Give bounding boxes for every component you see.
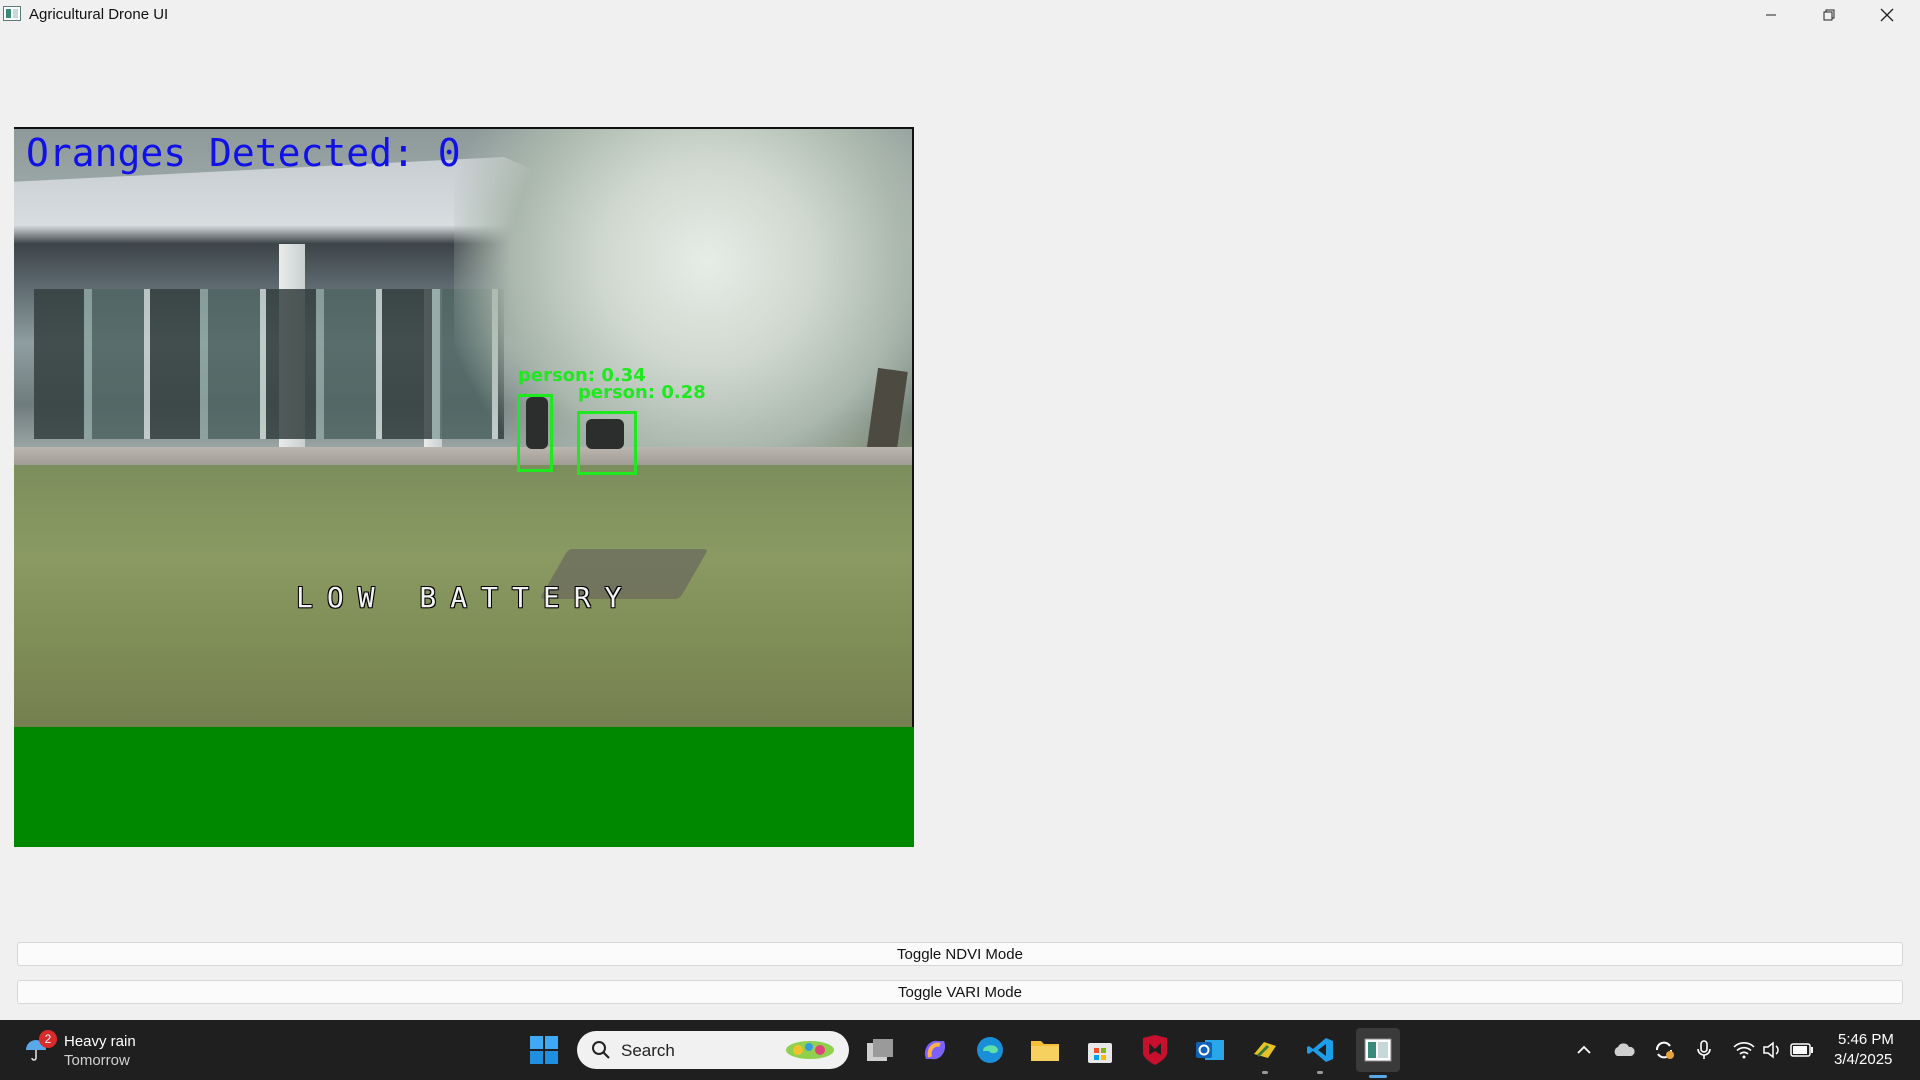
search-placeholder: Search [621,1041,675,1060]
detection-box [577,411,637,475]
close-button[interactable] [1858,0,1916,30]
weather-widget[interactable]: 2 Heavy rain Tomorrow [22,1030,172,1072]
edge-button[interactable] [972,1032,1008,1068]
minimize-button[interactable] [1742,0,1800,30]
toggle-vari-button[interactable]: Toggle VARI Mode [17,980,1903,1004]
wifi-tray[interactable] [1732,1038,1756,1062]
task-view-icon [867,1039,893,1061]
window-title: Agricultural Drone UI [29,6,169,23]
low-battery-overlay: LOW BATTERY [296,581,636,614]
close-icon [1880,8,1894,22]
volume-tray[interactable] [1760,1038,1784,1062]
file-explorer-icon [1031,1041,1059,1061]
onedrive-icon [1614,1043,1635,1056]
battery-tray[interactable] [1790,1038,1814,1062]
clock-time[interactable]: 5:46 PM [1838,1031,1894,1048]
search-icon [592,1041,610,1059]
outlook-button[interactable] [1192,1032,1228,1068]
running-indicator [1262,1071,1268,1074]
sync-tray[interactable] [1652,1038,1676,1062]
scene-windows [34,289,504,439]
copilot-icon [924,1040,946,1060]
file-explorer-button[interactable] [1027,1032,1063,1068]
task-view-button[interactable] [862,1032,898,1068]
wifi-icon [1733,1042,1755,1059]
drone-ui-icon [1364,1038,1392,1062]
restore-button[interactable] [1800,0,1858,30]
outlook-icon [1196,1040,1224,1060]
microsoft-store-button[interactable] [1082,1032,1118,1068]
copilot-button[interactable] [917,1032,953,1068]
title-bar: Agricultural Drone UI [0,0,1920,30]
edge-icon [977,1037,1003,1063]
python-app-button[interactable] [1247,1032,1283,1074]
running-indicator [1317,1071,1323,1074]
vscode-icon [1307,1038,1333,1062]
mcafee-icon [1143,1035,1167,1065]
restore-icon [1823,9,1835,21]
oranges-detected-overlay: Oranges Detected: 0 [26,131,461,175]
vscode-button[interactable] [1302,1032,1338,1074]
show-hidden-icons-button[interactable] [1572,1038,1596,1062]
drone-video-feed: person: 0.34 person: 0.28 Oranges Detect… [14,127,914,727]
start-button[interactable] [526,1032,562,1068]
weather-title: Heavy rain [64,1033,136,1050]
volume-icon [1763,1041,1779,1059]
minimize-icon [1766,14,1776,16]
index-map-panel [14,727,914,847]
drone-ui-button[interactable] [1356,1028,1400,1078]
mcafee-button[interactable] [1137,1032,1173,1068]
clock-date[interactable]: 3/4/2025 [1834,1051,1892,1068]
weather-subtitle: Tomorrow [64,1052,130,1069]
search-highlight-icon [786,1041,834,1059]
python-app-icon [1254,1042,1276,1058]
weather-badge: 2 [39,1030,57,1048]
taskbar: 2 Heavy rain Tomorrow Search 5:46 PM 3/4… [0,1020,1920,1080]
windows-start-icon [530,1036,558,1064]
toggle-ndvi-button[interactable]: Toggle NDVI Mode [17,942,1903,966]
onedrive-tray[interactable] [1612,1038,1636,1062]
detection-box [517,394,553,472]
battery-icon [1790,1043,1813,1057]
chevron-up-icon [1577,1045,1591,1054]
sync-icon [1656,1041,1674,1059]
active-indicator [1369,1075,1387,1078]
microsoft-store-icon [1088,1043,1112,1063]
microphone-icon [1697,1040,1711,1059]
detection-label: person: 0.28 [578,382,706,403]
microphone-tray[interactable] [1692,1038,1716,1062]
app-icon [3,6,21,21]
taskbar-search[interactable]: Search [577,1031,849,1069]
